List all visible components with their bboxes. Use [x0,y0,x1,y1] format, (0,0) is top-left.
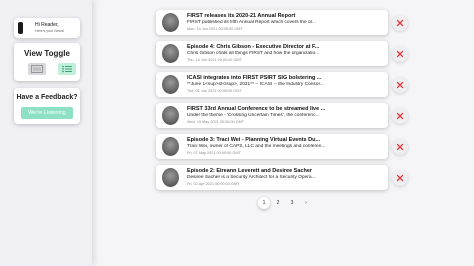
item-summary: **June 1<sup>st</sup>, 2021** -- ICASI -… [187,82,324,87]
item-date: Wed, 19 May 2021 00:00:00 GMT [187,120,245,124]
item-summary: FIRST published its fifth Annual Report … [187,20,316,25]
pagination: 1 2 3 › [258,197,312,209]
item-thumbnail [162,13,179,32]
item-summary: Under the theme - 'Crossing Uncertain Ti… [187,113,320,118]
close-icon [396,112,404,120]
list-view-button[interactable] [58,63,76,75]
feedback-title: Have a Feedback? [16,94,78,101]
item-title: ICASI integrates into FIRST PSIRT SIG bo… [187,75,322,81]
close-icon [396,174,404,182]
page-button-2[interactable]: 2 [272,197,284,209]
delete-button[interactable] [392,139,408,155]
list-item[interactable]: Episode 3: Traci Wei - Planning Virtual … [156,134,388,159]
item-thumbnail [162,44,179,63]
greeting-subtitle: Here's your News! [35,29,65,33]
list-view-icon [62,65,72,73]
item-date: Mon, 14 Jun 2021 00:00:00 GMT [187,27,243,31]
list-item[interactable]: FIRST 33rd Annual Conference to be strea… [156,103,388,128]
page-button-3[interactable]: 3 [286,197,298,209]
avatar [18,22,23,34]
delete-button[interactable] [392,170,408,186]
item-title: FIRST 33rd Annual Conference to be strea… [187,106,326,112]
list-item[interactable]: Episode 4: Chris Gibson - Executive Dire… [156,41,388,66]
item-summary: Chris Gibson chats all things FIRST and … [187,51,320,56]
next-page-button[interactable]: › [300,197,312,209]
item-title: Episode 2: Eireann Leverett and Desiree … [187,168,313,174]
item-thumbnail [162,168,179,187]
greeting-title: Hi Reader, [35,22,59,28]
list-item[interactable]: FIRST releases its 2020-21 Annual Report… [156,10,388,35]
item-date: Fri, 07 May 2021 00:00:00 GMT [187,151,241,155]
item-thumbnail [162,137,179,156]
item-title: FIRST releases its 2020-21 Annual Report [187,13,296,19]
item-summary: Desiree Sacher is a Security Architect f… [187,175,316,180]
item-summary: Traci Wei, owner of CAPS, LLC and the me… [187,144,326,149]
grid-view-icon [31,65,43,73]
view-toggle-card: View Toggle [14,43,80,81]
item-thumbnail [162,106,179,125]
close-icon [396,81,404,89]
item-thumbnail [162,75,179,94]
item-title: Episode 3: Traci Wei - Planning Virtual … [187,137,321,143]
item-date: Thu, 10 Jun 2021 00:00:00 GMT [187,58,242,62]
feedback-card: Have a Feedback? We're Listening [14,88,80,124]
list-item[interactable]: Episode 2: Eireann Leverett and Desiree … [156,165,388,190]
list-item[interactable]: ICASI integrates into FIRST PSIRT SIG bo… [156,72,388,97]
greeting-card: Hi Reader, Here's your News! [14,18,80,38]
item-date: Tue, 01 Jun 2021 00:00:00 GMT [187,89,242,93]
close-icon [396,19,404,27]
sidebar: Hi Reader, Here's your News! View Toggle… [0,0,92,266]
delete-button[interactable] [392,77,408,93]
grid-view-button[interactable] [28,63,46,75]
delete-button[interactable] [392,46,408,62]
close-icon [396,50,404,58]
delete-button[interactable] [392,15,408,31]
feedback-button[interactable]: We're Listening [21,107,73,119]
item-date: Fri, 02 Apr 2021 00:00:00 GMT [187,182,240,186]
item-title: Episode 4: Chris Gibson - Executive Dire… [187,44,320,50]
view-toggle-title: View Toggle [24,49,70,58]
page-button-1[interactable]: 1 [258,197,270,209]
delete-button[interactable] [392,108,408,124]
close-icon [396,143,404,151]
